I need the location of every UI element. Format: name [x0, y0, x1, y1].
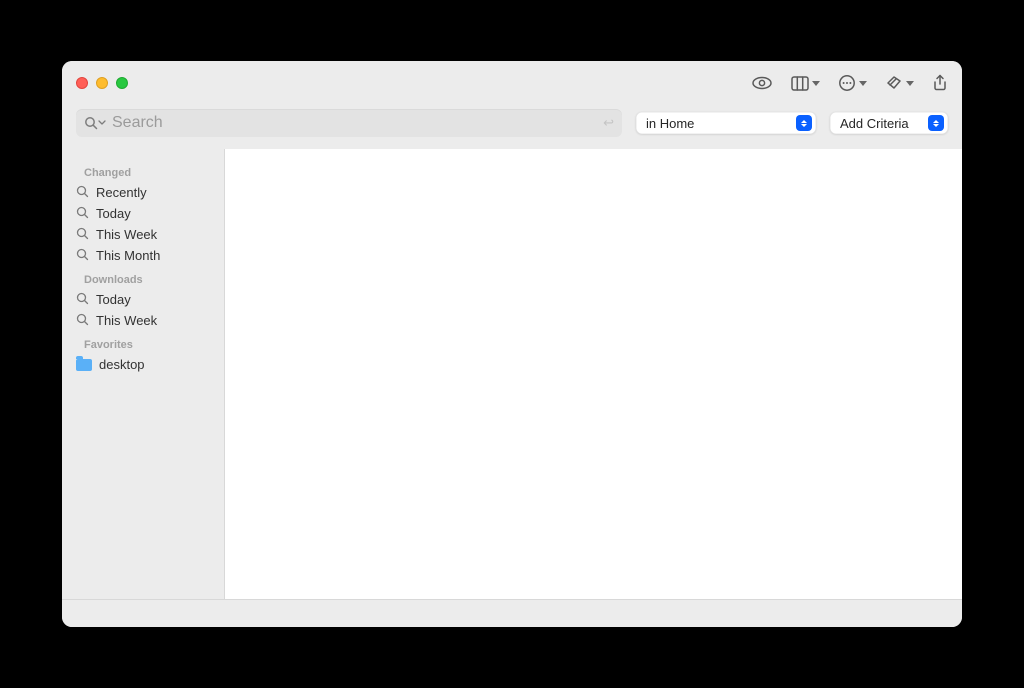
window-controls: [76, 77, 128, 89]
status-bar: [62, 599, 962, 627]
quicklook-button[interactable]: [751, 75, 773, 91]
scope-label: in Home: [646, 116, 694, 131]
sidebar-item-label: Today: [96, 292, 131, 307]
search-icon: [76, 227, 89, 243]
sidebar-group-header-changed: Changed: [62, 159, 224, 182]
search-input[interactable]: [112, 114, 603, 132]
toolbar-right: [751, 74, 948, 92]
finder-window: ↩ in Home Add Criteria Changed Recently …: [62, 61, 962, 627]
chevron-down-icon: [812, 81, 820, 86]
share-button[interactable]: [932, 74, 948, 92]
chevron-down-icon: [98, 119, 106, 127]
action-menu-button[interactable]: [838, 74, 867, 92]
folder-icon: [76, 359, 92, 371]
search-icon: [84, 116, 106, 130]
sidebar-group-header-downloads: Downloads: [62, 266, 224, 289]
criteria-label: Add Criteria: [840, 116, 909, 131]
sidebar-item-downloads-this-week[interactable]: This Week: [62, 310, 224, 331]
scope-selector[interactable]: in Home: [636, 112, 816, 134]
chevron-down-icon: [906, 81, 914, 86]
results-pane: [225, 149, 962, 599]
add-criteria-button[interactable]: Add Criteria: [830, 112, 948, 134]
sidebar-group-header-favorites: Favorites: [62, 331, 224, 354]
enter-hint-icon: ↩: [603, 115, 614, 131]
tags-icon: [885, 74, 903, 92]
sidebar-item-label: Today: [96, 206, 131, 221]
updown-icon: [796, 115, 812, 131]
sidebar-item-label: This Week: [96, 313, 157, 328]
sidebar-item-label: This Week: [96, 227, 157, 242]
sidebar-item-today[interactable]: Today: [62, 203, 224, 224]
sidebar-item-this-week[interactable]: This Week: [62, 224, 224, 245]
search-icon: [76, 313, 89, 329]
sidebar-item-label: Recently: [96, 185, 147, 200]
tags-button[interactable]: [885, 74, 914, 92]
search-icon: [76, 248, 89, 264]
sidebar-item-downloads-today[interactable]: Today: [62, 289, 224, 310]
eye-icon: [751, 75, 773, 91]
window-body: Changed Recently Today This Week This Mo…: [62, 149, 962, 599]
search-field-wrap[interactable]: ↩: [76, 109, 622, 137]
sidebar-item-recently[interactable]: Recently: [62, 182, 224, 203]
columns-icon: [791, 76, 809, 91]
zoom-window-button[interactable]: [116, 77, 128, 89]
titlebar: [62, 61, 962, 105]
sidebar: Changed Recently Today This Week This Mo…: [62, 149, 225, 599]
search-toolbar: ↩ in Home Add Criteria: [62, 105, 962, 149]
view-options-button[interactable]: [791, 76, 820, 91]
share-icon: [932, 74, 948, 92]
search-icon: [76, 206, 89, 222]
ellipsis-circle-icon: [838, 74, 856, 92]
search-icon: [76, 292, 89, 308]
sidebar-item-label: This Month: [96, 248, 160, 263]
sidebar-item-label: desktop: [99, 357, 145, 372]
sidebar-item-this-month[interactable]: This Month: [62, 245, 224, 266]
minimize-window-button[interactable]: [96, 77, 108, 89]
updown-icon: [928, 115, 944, 131]
close-window-button[interactable]: [76, 77, 88, 89]
chevron-down-icon: [859, 81, 867, 86]
search-icon: [76, 185, 89, 201]
sidebar-item-desktop[interactable]: desktop: [62, 354, 224, 375]
